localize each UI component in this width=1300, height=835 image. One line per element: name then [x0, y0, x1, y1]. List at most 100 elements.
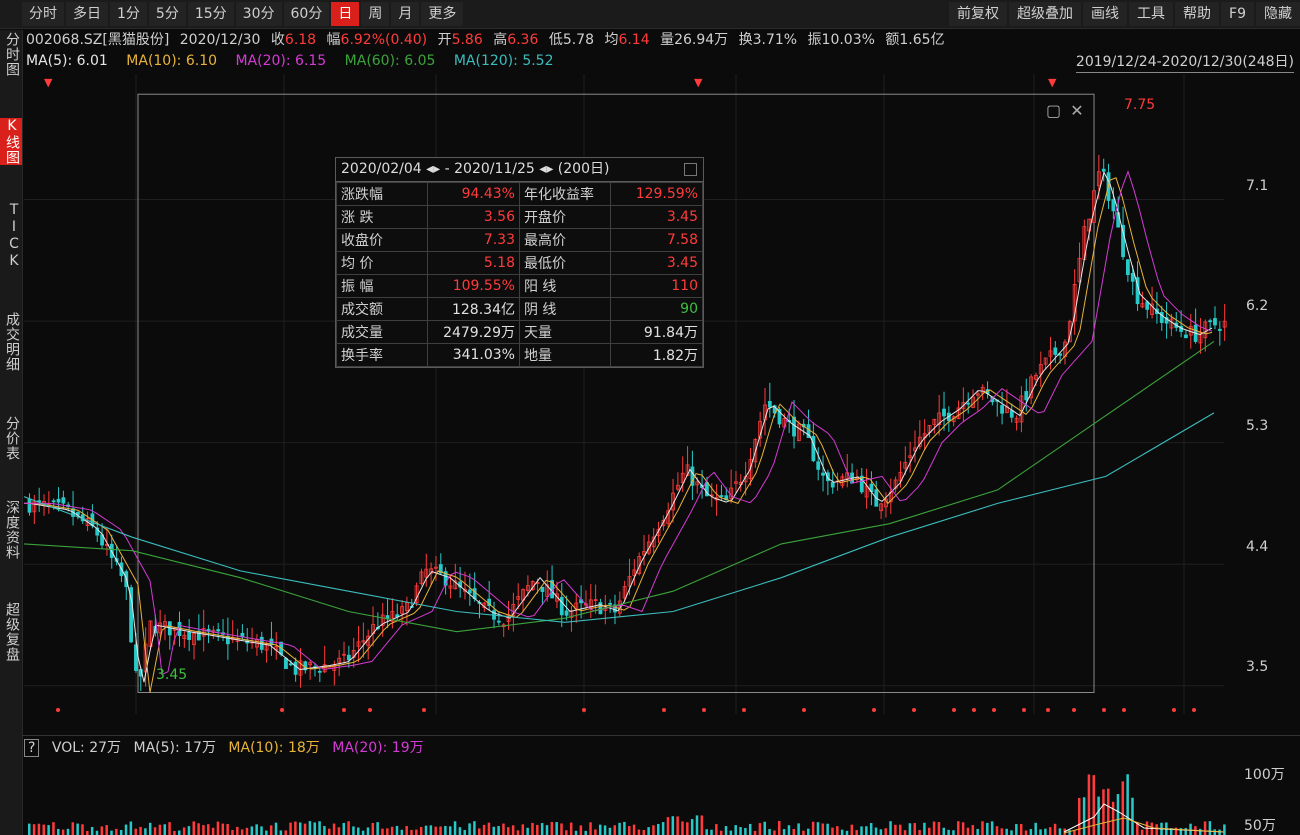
volume-bar	[1019, 824, 1023, 835]
volume-bar	[439, 826, 442, 835]
volume-bar	[260, 826, 263, 835]
turn-value: 3.71%	[752, 32, 798, 48]
volume-bar	[52, 822, 55, 835]
toolbar-button-2[interactable]: 画线	[1083, 2, 1128, 26]
volume-bar	[173, 830, 176, 835]
candle-body	[1125, 259, 1130, 276]
volume-bar	[1034, 822, 1037, 835]
sidebar-item-0[interactable]: 分时图	[0, 32, 22, 77]
volume-bar	[569, 822, 573, 835]
volume-bar	[376, 822, 379, 835]
event-dot	[972, 708, 976, 712]
event-dot	[1192, 708, 1196, 712]
candle-body	[821, 472, 825, 476]
volume-bar	[932, 821, 936, 835]
volume-bar	[1073, 830, 1076, 835]
candle-body	[288, 663, 293, 666]
help-icon[interactable]: ?	[24, 739, 40, 757]
stats-label: 最高价	[518, 228, 612, 252]
sidebar-item-1[interactable]: K线图	[0, 118, 22, 165]
volume-bar	[768, 829, 771, 835]
volume-bar	[560, 823, 563, 835]
toolbar-button-5[interactable]: F9	[1221, 2, 1254, 26]
toolbar-button-6[interactable]: 隐藏	[1256, 2, 1300, 26]
date-range-selector[interactable]: 2019/12/24-2020/12/30(248日)	[1075, 52, 1294, 73]
stats-row: 涨跌幅 94.43% 年化收益率 129.59%	[335, 182, 703, 206]
volume-bar	[961, 822, 965, 835]
sidebar-item-6[interactable]: 超级复盘	[0, 602, 22, 662]
close-icon[interactable]: ✕	[1070, 101, 1083, 120]
tab-5[interactable]: 30分	[235, 2, 282, 26]
tab-7[interactable]: 日	[331, 2, 360, 26]
volume-bar	[831, 827, 834, 835]
volume-bar	[163, 824, 166, 835]
event-dot	[1072, 708, 1076, 712]
volume-bar	[792, 828, 796, 835]
volume-bar	[357, 827, 360, 835]
volume-bar	[647, 827, 650, 835]
candle-body	[1009, 410, 1014, 418]
sidebar-item-2[interactable]: TICK	[0, 202, 22, 270]
stats-row: 收盘价 7.33 最高价 7.58	[335, 228, 703, 252]
volume-bar	[255, 824, 258, 835]
candle-body	[61, 497, 66, 504]
stats-label: 振 幅	[335, 274, 429, 298]
copy-icon[interactable]	[684, 163, 697, 176]
volume-bar	[923, 822, 926, 835]
tab-9[interactable]: 月	[391, 2, 420, 26]
volume-bar	[57, 828, 60, 835]
volume-bar	[395, 825, 399, 835]
volume-bar	[744, 827, 747, 835]
volume-bar	[681, 821, 684, 835]
volume-bar	[410, 829, 413, 835]
candle-body	[598, 602, 603, 615]
event-dot	[280, 708, 284, 712]
volume-bar	[226, 823, 229, 835]
candle-body	[1217, 328, 1222, 331]
candle-body	[1213, 318, 1217, 326]
tab-4[interactable]: 15分	[187, 2, 234, 26]
volume-bar	[1044, 828, 1047, 835]
volume-bar	[628, 826, 631, 835]
toolbar-button-0[interactable]: 前复权	[949, 2, 1008, 26]
volume-bar	[187, 826, 191, 835]
stats-row: 成交量 2479.29万 天量 91.84万	[335, 320, 703, 344]
tab-8[interactable]: 周	[361, 2, 390, 26]
tab-3[interactable]: 5分	[148, 2, 186, 26]
volume-bar	[444, 826, 447, 835]
stats-header: 2020/02/04 ◂▸ - 2020/11/25 ◂▸ (200日)	[336, 158, 703, 182]
top-marker: ▼	[694, 76, 703, 89]
change-value: 6.92%(0.40)	[340, 32, 428, 48]
left-sidebar: 分时图 K线图 TICK 成交明细分价表深度资料超级复盘	[0, 30, 23, 835]
sidebar-item-5[interactable]: 深度资料	[0, 500, 22, 560]
volume-bar	[211, 827, 215, 835]
tab-1[interactable]: 多日	[66, 2, 108, 26]
volume-bar	[811, 821, 815, 835]
volume-bar	[453, 821, 457, 835]
tab-0[interactable]: 分时	[22, 2, 64, 26]
range-stats-panel: 2020/02/04 ◂▸ - 2020/11/25 ◂▸ (200日) 涨跌幅…	[335, 157, 704, 368]
candle-body	[1053, 347, 1058, 355]
sidebar-item-4[interactable]: 分价表	[0, 416, 22, 461]
volume-bar	[1140, 829, 1144, 835]
volume-bar	[623, 821, 626, 835]
toolbar-button-1[interactable]: 超级叠加	[1009, 2, 1082, 26]
toolbar-button-3[interactable]: 工具	[1129, 2, 1174, 26]
restore-icon[interactable]: ▢	[1046, 101, 1061, 120]
volume-bar	[42, 824, 46, 835]
volume-bar	[540, 823, 544, 835]
volume-bar	[608, 827, 612, 835]
toolbar-right: 前复权 超级叠加 画线 工具 帮助 F9 隐藏	[947, 2, 1300, 26]
volume-bar	[124, 824, 128, 835]
tab-2[interactable]: 1分	[110, 2, 147, 26]
volume-bar	[1111, 801, 1115, 835]
candle-body	[346, 654, 351, 661]
toolbar-button-4[interactable]: 帮助	[1175, 2, 1220, 26]
tab-10[interactable]: 更多	[421, 2, 464, 26]
volume-bar	[637, 829, 641, 835]
volume-bar	[898, 824, 902, 835]
volume-bar	[1203, 821, 1207, 835]
sidebar-item-3[interactable]: 成交明细	[0, 312, 22, 372]
volume-bar	[869, 823, 873, 835]
tab-6[interactable]: 60分	[283, 2, 330, 26]
